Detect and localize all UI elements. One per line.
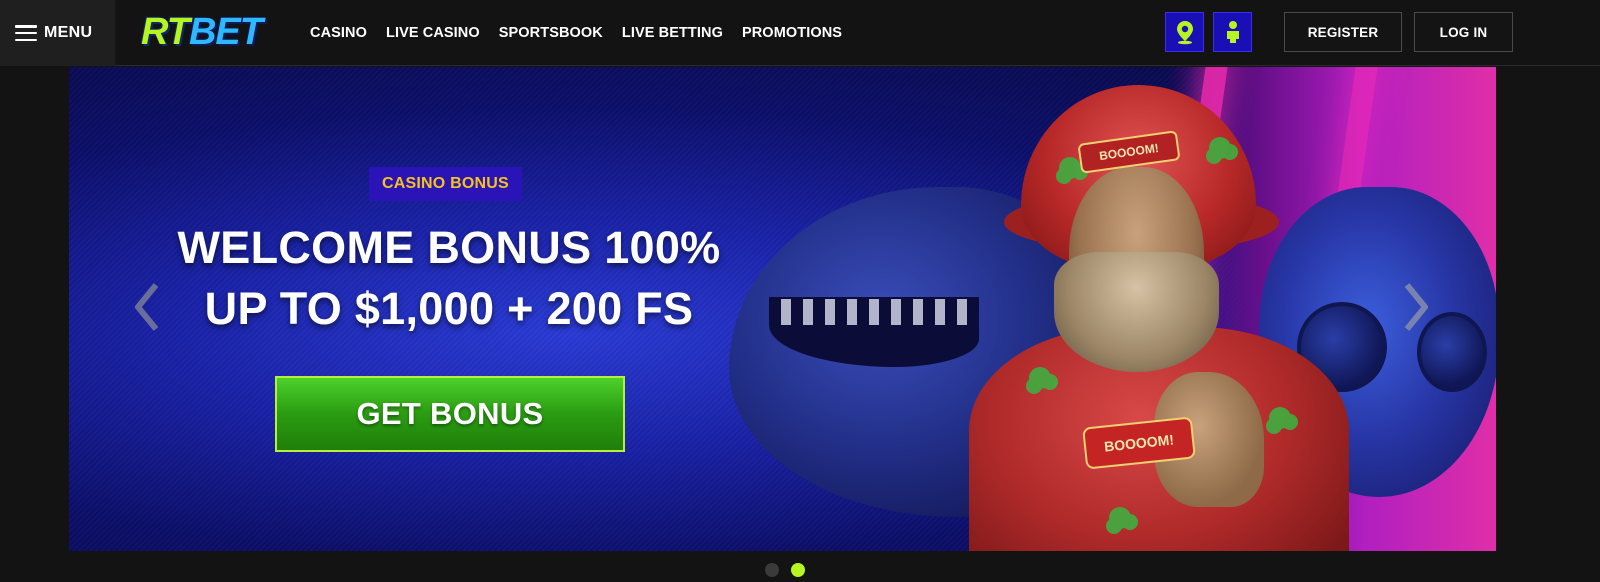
hamburger-icon bbox=[15, 25, 37, 41]
get-bonus-button[interactable]: GET BONUS bbox=[275, 376, 625, 452]
register-button[interactable]: REGISTER bbox=[1284, 12, 1402, 52]
responsible-gaming-button[interactable] bbox=[1213, 12, 1252, 52]
logo-part-bet: BET bbox=[188, 10, 263, 53]
nav-casino[interactable]: CASINO bbox=[310, 25, 367, 41]
clover-pattern bbox=[1109, 507, 1131, 529]
carousel-dot[interactable] bbox=[765, 563, 779, 577]
site-header: MENU RT BET CASINO LIVE CASINO SPORTSBOO… bbox=[0, 0, 1600, 66]
promo-headline: WELCOME BONUS 100% UP TO $1,000 + 200 FS bbox=[149, 217, 749, 339]
menu-button[interactable]: MENU bbox=[0, 0, 115, 66]
site-logo[interactable]: RT BET bbox=[141, 10, 263, 54]
login-button[interactable]: LOG IN bbox=[1414, 12, 1513, 52]
headline-line-1: WELCOME BONUS 100% bbox=[177, 222, 721, 273]
carousel-next-button[interactable] bbox=[1403, 281, 1431, 333]
chevron-left-icon bbox=[135, 283, 159, 331]
clover-pattern bbox=[1209, 137, 1231, 159]
clover-pattern bbox=[1059, 157, 1081, 179]
carousel-prev-button[interactable] bbox=[132, 281, 160, 333]
nav-sportsbook[interactable]: SPORTSBOOK bbox=[499, 25, 603, 41]
chevron-right-icon bbox=[1404, 283, 1428, 331]
person-icon bbox=[1226, 21, 1239, 43]
clover-pattern bbox=[1269, 407, 1291, 429]
clover-pattern bbox=[1029, 367, 1051, 389]
menu-label: MENU bbox=[44, 24, 93, 41]
hero-banner: BOOOOM! BOOOOM! CASINO BONUS WELCOME BON… bbox=[69, 67, 1496, 551]
shark-teeth bbox=[781, 299, 971, 325]
carousel-dot-active[interactable] bbox=[791, 563, 805, 577]
map-pin-icon bbox=[1176, 21, 1193, 45]
carousel-pagination bbox=[765, 563, 805, 577]
nav-live-betting[interactable]: LIVE BETTING bbox=[622, 25, 723, 41]
main-nav: CASINO LIVE CASINO SPORTSBOOK LIVE BETTI… bbox=[310, 0, 842, 66]
headline-line-2: UP TO $1,000 + 200 FS bbox=[204, 283, 694, 334]
nav-live-casino[interactable]: LIVE CASINO bbox=[386, 25, 480, 41]
geo-button[interactable] bbox=[1165, 12, 1204, 52]
promo-category-badge: CASINO BONUS bbox=[369, 167, 522, 201]
logo-part-rt: RT bbox=[141, 10, 190, 53]
dwarf-beard bbox=[1054, 252, 1219, 372]
nav-promotions[interactable]: PROMOTIONS bbox=[742, 25, 842, 41]
